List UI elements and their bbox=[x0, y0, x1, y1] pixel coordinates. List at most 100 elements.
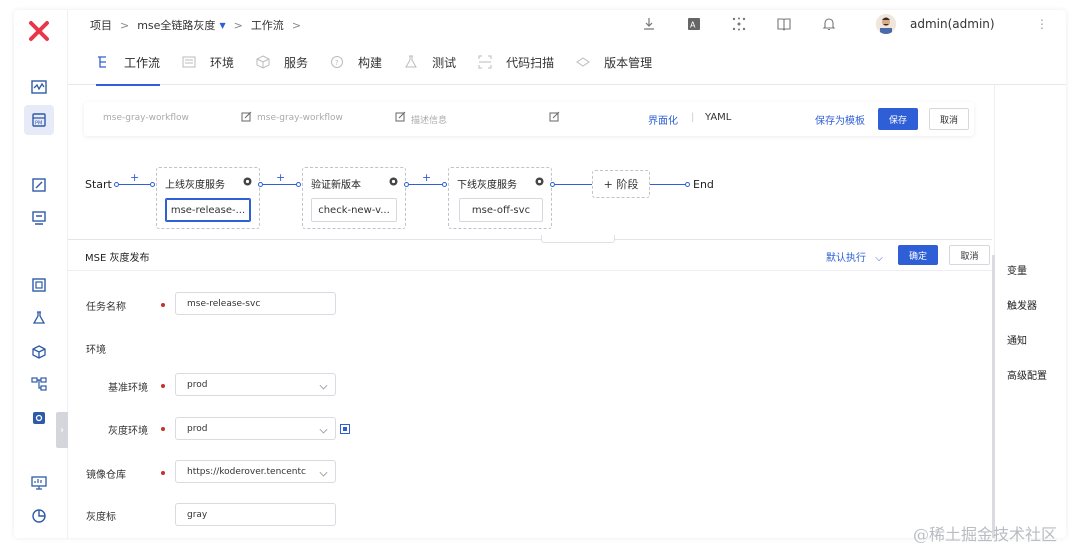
exec-mode-label: 默认执行 bbox=[826, 253, 866, 264]
drawer-cancel-button[interactable]: 取消 bbox=[949, 245, 990, 265]
job-card[interactable]: check-new-v... bbox=[311, 198, 397, 222]
add-job-plus-icon[interactable]: + bbox=[422, 171, 431, 184]
add-job-plus-icon[interactable]: + bbox=[276, 171, 285, 184]
project-icon[interactable]: PM bbox=[24, 105, 54, 135]
dashboard-icon[interactable] bbox=[28, 76, 50, 98]
stage-card[interactable]: 上线灰度服务 mse-release-... bbox=[156, 167, 260, 229]
connector-line bbox=[263, 184, 297, 185]
translate-icon[interactable]: A bbox=[686, 16, 702, 32]
edit-note-icon[interactable] bbox=[28, 174, 50, 196]
task-name-input[interactable]: mse-release-svc bbox=[175, 292, 336, 315]
pipeline-start: Start bbox=[85, 178, 112, 191]
settings-box-icon[interactable] bbox=[28, 407, 50, 429]
breadcrumb-separator: > bbox=[120, 18, 130, 32]
tab-service[interactable]: 服务 bbox=[256, 40, 308, 85]
stage-card[interactable]: 下线灰度服务 mse-off-svc bbox=[448, 167, 552, 229]
add-stage-button[interactable]: + 阶段 bbox=[592, 170, 650, 198]
confirm-button[interactable]: 确定 bbox=[898, 245, 938, 265]
mode-divider: | bbox=[691, 112, 695, 123]
user-menu[interactable]: admin(admin) bbox=[876, 14, 995, 34]
exec-mode-dropdown[interactable]: 默认执行 ⌵ bbox=[826, 249, 883, 264]
side-item-notifications[interactable]: 通知 bbox=[1007, 332, 1027, 347]
tab-build[interactable]: ? 构建 bbox=[330, 40, 382, 85]
tab-version[interactable]: 版本管理 bbox=[576, 40, 652, 85]
breadcrumb-project[interactable]: mse全链路灰度 bbox=[137, 17, 215, 33]
tab-workflow[interactable]: 工作流 bbox=[96, 40, 161, 86]
release-icon[interactable] bbox=[28, 207, 50, 229]
version-icon bbox=[576, 55, 590, 69]
tab-test[interactable]: 测试 bbox=[404, 40, 456, 85]
stage-title: 上线灰度服务 bbox=[165, 180, 225, 191]
gray-env-label: 灰度环境 bbox=[108, 426, 148, 437]
download-icon[interactable] bbox=[641, 16, 657, 32]
tab-label: 版本管理 bbox=[604, 55, 653, 70]
yaml-mode-toggle[interactable]: YAML bbox=[705, 112, 731, 123]
avatar[interactable] bbox=[876, 14, 896, 34]
workflow-header: mse-gray-workflow mse-gray-workflow 描述信息… bbox=[84, 102, 974, 136]
tab-code-scan[interactable]: 代码扫描 bbox=[478, 40, 554, 85]
username[interactable]: admin(admin) bbox=[910, 17, 995, 31]
test-icon bbox=[404, 55, 418, 69]
gear-icon[interactable] bbox=[388, 176, 399, 187]
base-env-select[interactable]: prod bbox=[175, 373, 336, 396]
collapse-rail-handle[interactable]: › bbox=[56, 412, 68, 448]
chevron-down-icon: ⌵ bbox=[875, 253, 883, 264]
breadcrumb-page: 工作流 bbox=[250, 19, 284, 32]
edit-icon[interactable] bbox=[395, 111, 406, 122]
tab-label: 测试 bbox=[432, 55, 457, 70]
network-icon[interactable] bbox=[731, 16, 747, 32]
scan-icon bbox=[478, 55, 492, 69]
svg-text:PM: PM bbox=[35, 121, 42, 127]
gray-tag-label: 灰度标 bbox=[86, 512, 116, 523]
stage-card[interactable]: 验证新版本 check-new-v... bbox=[302, 167, 406, 229]
flask-icon[interactable] bbox=[28, 307, 50, 329]
cancel-button[interactable]: 取消 bbox=[929, 108, 969, 130]
tab-label: 构建 bbox=[358, 55, 383, 70]
save-button[interactable]: 保存 bbox=[878, 108, 918, 130]
tab-environment[interactable]: 环境 bbox=[182, 40, 234, 85]
zadig-logo-icon[interactable] bbox=[28, 20, 50, 42]
workflow-side-panel: 变量 触发器 通知 高级配置 bbox=[994, 85, 1066, 538]
edit-icon[interactable] bbox=[549, 111, 560, 122]
base-env-value: prod bbox=[187, 379, 208, 390]
breadcrumb-root[interactable]: 项目 bbox=[90, 17, 112, 33]
side-item-variables[interactable]: 变量 bbox=[1007, 262, 1027, 277]
breadcrumb-separator: > bbox=[291, 18, 302, 32]
report-icon[interactable] bbox=[28, 274, 50, 296]
monitor-icon[interactable] bbox=[28, 472, 50, 494]
app-window: PM › 项目 > mse全链路灰度 ▼ > 工作流 > A admin(adm… bbox=[14, 10, 1066, 538]
ui-mode-toggle[interactable]: 界面化 bbox=[648, 112, 678, 127]
top-icon-group: A bbox=[641, 16, 866, 32]
workflow-description-field[interactable]: 描述信息 bbox=[411, 113, 447, 126]
side-item-triggers[interactable]: 触发器 bbox=[1007, 297, 1037, 312]
job-card[interactable]: mse-off-svc bbox=[459, 198, 543, 222]
more-vertical-icon[interactable]: ⋮ bbox=[1036, 17, 1048, 31]
registry-label: 镜像仓库 bbox=[86, 470, 126, 481]
required-marker bbox=[161, 427, 165, 431]
save-as-template-link[interactable]: 保存为模板 bbox=[815, 112, 865, 127]
book-icon[interactable] bbox=[776, 16, 792, 32]
topology-icon[interactable] bbox=[28, 373, 50, 395]
chevron-down-icon[interactable]: ▼ bbox=[219, 21, 225, 30]
gray-env-select[interactable]: prod bbox=[175, 417, 336, 440]
gray-tag-input[interactable]: gray bbox=[175, 503, 336, 526]
gear-icon[interactable] bbox=[534, 176, 545, 187]
job-card-selected[interactable]: mse-release-... bbox=[165, 198, 251, 222]
package-icon[interactable] bbox=[28, 341, 50, 363]
tab-label: 代码扫描 bbox=[506, 55, 555, 70]
add-job-plus-icon[interactable]: + bbox=[130, 171, 139, 184]
workflow-icon bbox=[96, 55, 110, 69]
workflow-display-name-field[interactable]: mse-gray-workflow bbox=[257, 113, 343, 123]
registry-select[interactable]: https://koderover.tencentc bbox=[175, 460, 336, 483]
gear-icon[interactable] bbox=[242, 176, 253, 187]
pie-chart-icon[interactable] bbox=[28, 505, 50, 527]
tab-label: 服务 bbox=[284, 55, 309, 70]
connector-line bbox=[555, 184, 593, 185]
chevron-down-icon bbox=[319, 425, 328, 434]
base-env-label: 基准环境 bbox=[108, 383, 148, 394]
open-env-icon[interactable] bbox=[340, 423, 350, 434]
bell-icon[interactable] bbox=[821, 16, 837, 32]
edit-icon[interactable] bbox=[241, 111, 252, 122]
workflow-name-field[interactable]: mse-gray-workflow bbox=[103, 113, 189, 123]
side-item-advanced[interactable]: 高级配置 bbox=[1007, 367, 1047, 382]
